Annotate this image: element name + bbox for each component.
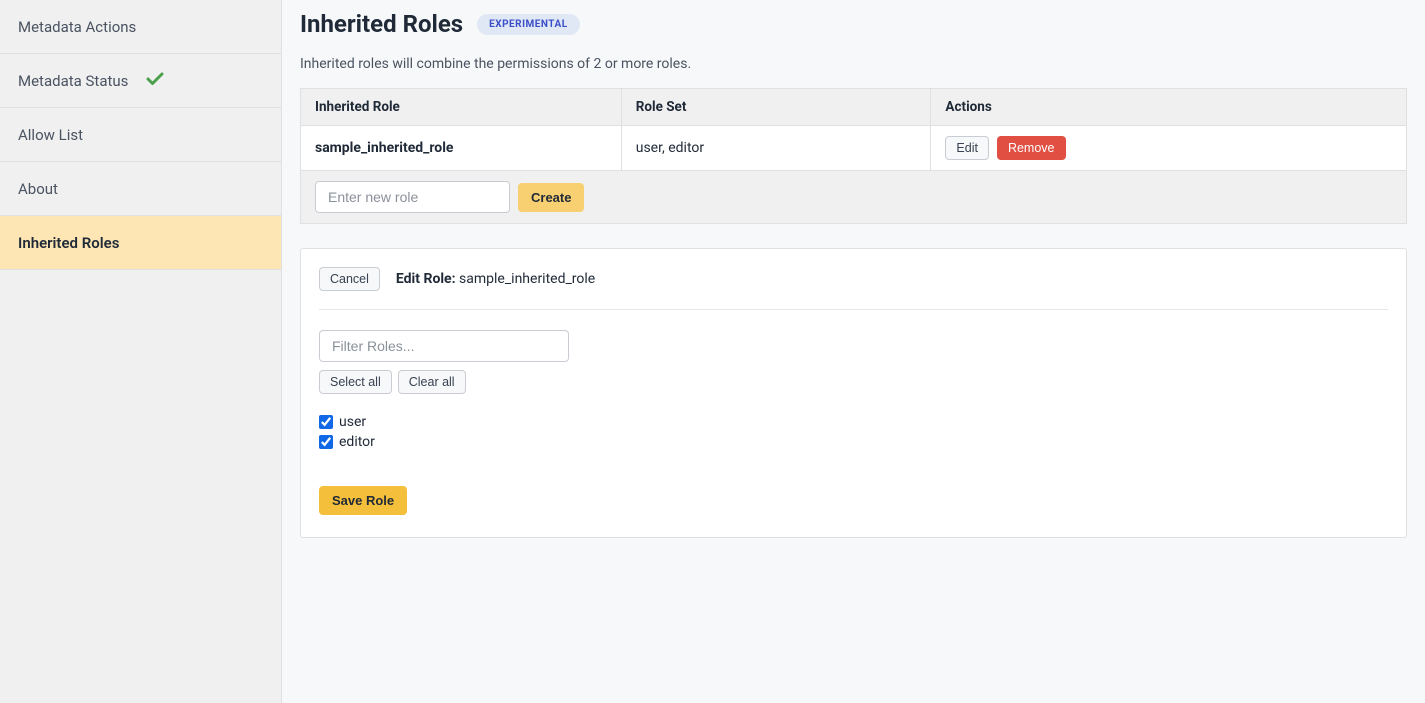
save-role-button[interactable]: Save Role xyxy=(319,486,407,515)
role-checkbox-row[interactable]: user xyxy=(319,414,1388,430)
main-content: Inherited Roles EXPERIMENTAL Inherited r… xyxy=(282,0,1425,703)
sidebar-item-label: Inherited Roles xyxy=(18,234,119,252)
edit-role-panel: Cancel Edit Role: sample_inherited_role … xyxy=(300,248,1407,538)
role-checkbox-row[interactable]: editor xyxy=(319,434,1388,450)
edit-role-prefix: Edit Role: xyxy=(396,271,456,287)
cell-role-set: user, editor xyxy=(621,126,931,171)
sidebar-item-label: Metadata Actions xyxy=(18,18,136,36)
check-icon xyxy=(146,72,164,90)
role-checkbox-user[interactable] xyxy=(319,415,333,429)
page-title: Inherited Roles xyxy=(300,10,463,38)
table-header-role: Inherited Role xyxy=(301,89,622,126)
sidebar-item-inherited-roles[interactable]: Inherited Roles xyxy=(0,216,281,270)
clear-all-button[interactable]: Clear all xyxy=(398,370,466,394)
new-role-input[interactable] xyxy=(315,181,510,213)
sidebar-item-allow-list[interactable]: Allow List xyxy=(0,108,281,162)
edit-header: Cancel Edit Role: sample_inherited_role xyxy=(319,267,1388,310)
sidebar-item-metadata-status[interactable]: Metadata Status xyxy=(0,54,281,108)
table-row: sample_inherited_role user, editor Edit … xyxy=(301,126,1407,171)
sidebar-item-label: Allow List xyxy=(18,126,83,144)
table-header-actions: Actions xyxy=(931,89,1407,126)
select-all-button[interactable]: Select all xyxy=(319,370,392,394)
save-row: Save Role xyxy=(319,486,1388,515)
edit-role-name: sample_inherited_role xyxy=(459,271,595,287)
role-checkbox-label: user xyxy=(339,414,366,430)
filter-row xyxy=(319,330,1388,362)
role-checkbox-editor[interactable] xyxy=(319,435,333,449)
role-checkbox-label: editor xyxy=(339,434,375,450)
sidebar-item-metadata-actions[interactable]: Metadata Actions xyxy=(0,0,281,54)
sidebar: Metadata Actions Metadata Status Allow L… xyxy=(0,0,282,703)
roles-checkbox-list: user editor xyxy=(319,414,1388,450)
experimental-badge: EXPERIMENTAL xyxy=(477,14,579,35)
inherited-roles-table: Inherited Role Role Set Actions sample_i… xyxy=(300,88,1407,224)
cancel-button[interactable]: Cancel xyxy=(319,267,380,291)
page-subtitle: Inherited roles will combine the permiss… xyxy=(300,56,1407,72)
sidebar-item-label: Metadata Status xyxy=(18,72,128,90)
sidebar-item-label: About xyxy=(18,180,58,198)
create-button[interactable]: Create xyxy=(518,183,584,212)
select-buttons: Select all Clear all xyxy=(319,370,1388,394)
table-header-set: Role Set xyxy=(621,89,931,126)
page-header: Inherited Roles EXPERIMENTAL xyxy=(300,10,1407,38)
filter-roles-input[interactable] xyxy=(319,330,569,362)
edit-role-title: Edit Role: sample_inherited_role xyxy=(396,271,595,287)
cell-role-name: sample_inherited_role xyxy=(301,126,622,171)
edit-button[interactable]: Edit xyxy=(945,136,989,160)
create-row: Create xyxy=(301,171,1407,224)
remove-button[interactable]: Remove xyxy=(997,136,1066,160)
sidebar-item-about[interactable]: About xyxy=(0,162,281,216)
